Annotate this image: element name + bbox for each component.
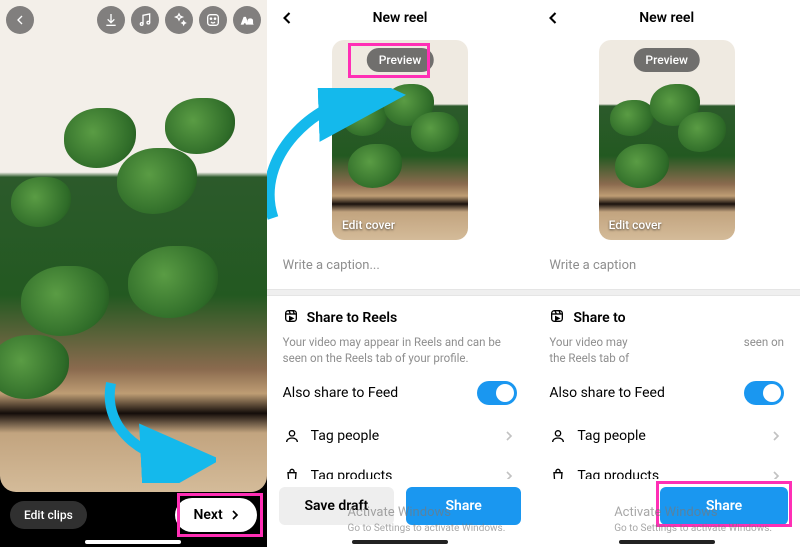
also-share-toggle[interactable] [744, 381, 784, 405]
person-icon [549, 427, 567, 445]
next-button[interactable]: Next [175, 498, 256, 532]
tag-people-label: Tag people [577, 428, 758, 444]
video-preview [0, 0, 267, 492]
editor-toolbar: Aa [6, 6, 261, 34]
page-title: New reel [639, 10, 694, 26]
preview-button[interactable]: Preview [367, 48, 434, 72]
tag-people-label: Tag people [311, 428, 492, 444]
share-button[interactable]: Share [406, 487, 521, 525]
share-heading: Share to [573, 310, 625, 326]
also-share-toggle[interactable] [477, 381, 517, 405]
back-icon[interactable] [277, 8, 297, 28]
text-icon[interactable]: Aa [233, 6, 261, 34]
effects-icon[interactable] [165, 6, 193, 34]
save-draft-button[interactable]: Save draft [279, 487, 394, 525]
caption-input[interactable]: Write a caption [533, 248, 800, 283]
svg-text:Aa: Aa [241, 16, 252, 27]
next-label: Next [193, 507, 222, 523]
caption-input[interactable]: Write a caption... [267, 248, 534, 283]
download-icon[interactable] [97, 6, 125, 34]
share-desc-right: seen on [744, 334, 784, 366]
share-description: Your video may appear in Reels and can b… [283, 334, 518, 366]
edit-clips-button[interactable]: Edit clips [10, 501, 87, 529]
back-icon[interactable] [543, 8, 563, 28]
tag-people-row[interactable]: Tag people [533, 416, 800, 456]
panel-new-reel-2: New reel Preview Edit cover Write a capt… [533, 0, 800, 547]
person-icon [283, 427, 301, 445]
panel-editor: Aa Edit clips Next [0, 0, 267, 547]
edit-cover-button[interactable]: Edit cover [609, 218, 662, 232]
share-desc-left: Your video may the Reels tab of [549, 334, 629, 366]
share-button[interactable]: Share [660, 487, 788, 525]
reels-icon [283, 308, 299, 328]
reels-icon [549, 308, 565, 328]
cover-preview[interactable]: Preview Edit cover [599, 40, 735, 240]
preview-button[interactable]: Preview [633, 48, 700, 72]
share-heading: Share to Reels [307, 310, 398, 326]
music-icon[interactable] [131, 6, 159, 34]
panel-new-reel-1: New reel Preview Edit cover Write a capt… [267, 0, 534, 547]
home-indicator [85, 540, 181, 544]
sticker-icon[interactable] [199, 6, 227, 34]
tag-people-row[interactable]: Tag people [267, 416, 534, 456]
chevron-right-icon [501, 428, 517, 444]
cover-preview[interactable]: Preview Edit cover [332, 40, 468, 240]
also-share-label: Also share to Feed [283, 385, 468, 401]
home-indicator [619, 540, 715, 544]
chevron-right-icon [768, 428, 784, 444]
page-title: New reel [373, 10, 428, 26]
edit-cover-button[interactable]: Edit cover [342, 218, 395, 232]
also-share-label: Also share to Feed [549, 385, 734, 401]
home-indicator [352, 540, 448, 544]
back-icon[interactable] [6, 6, 34, 34]
